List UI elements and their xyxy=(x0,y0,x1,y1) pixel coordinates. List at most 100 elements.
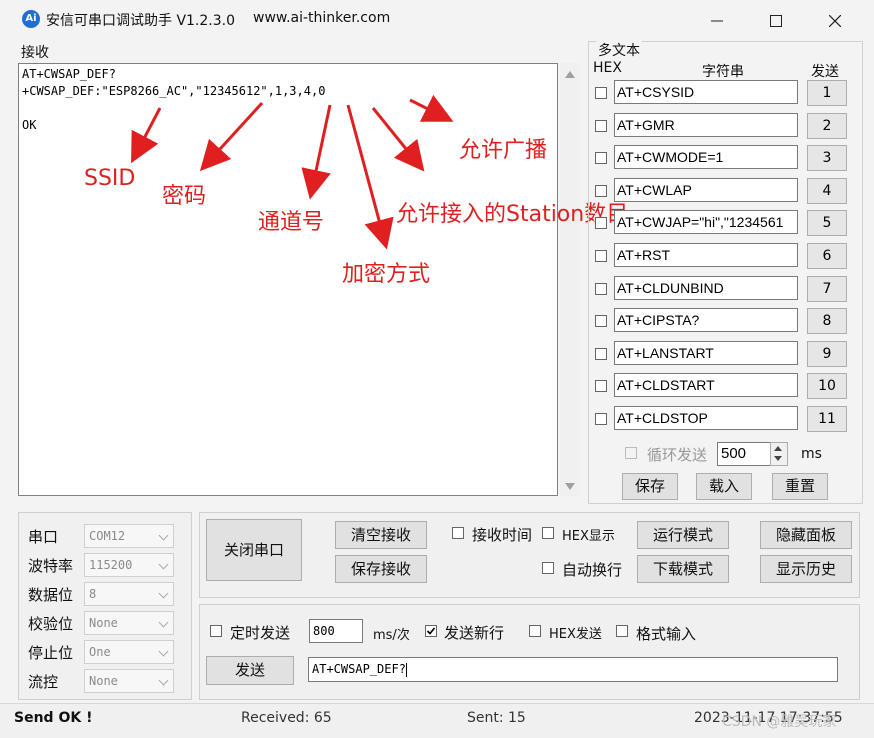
arrow-channel xyxy=(301,104,332,200)
command-field[interactable]: AT+CLDSTOP xyxy=(614,406,798,430)
send-newline-checkbox[interactable] xyxy=(425,625,437,637)
chevron-down-icon xyxy=(158,646,169,657)
send-interval-input[interactable]: 800 xyxy=(309,619,363,643)
recv-time-checkbox[interactable] xyxy=(452,527,464,539)
send-command-button[interactable]: 6 xyxy=(807,243,847,269)
stopbits-select[interactable]: One xyxy=(84,640,174,664)
loop-send-checkbox[interactable] xyxy=(625,447,637,459)
chevron-down-icon xyxy=(158,588,169,599)
send-command-button[interactable]: 1 xyxy=(807,80,847,106)
run-mode-button[interactable]: 运行模式 xyxy=(637,521,729,549)
hex-row-checkbox[interactable] xyxy=(595,87,607,99)
annotation-channel: 通道号 xyxy=(258,210,325,235)
arrow-ssid xyxy=(131,107,162,164)
hex-row-checkbox[interactable] xyxy=(595,152,607,165)
hex-send-checkbox[interactable] xyxy=(529,625,541,637)
loop-send-label: 循环发送 xyxy=(647,446,708,464)
send-command-button[interactable]: 8 xyxy=(807,308,847,335)
load-commands-button[interactable]: 载入 xyxy=(696,473,752,500)
command-field[interactable]: AT+RST xyxy=(614,243,798,267)
command-field[interactable]: AT+CWLAP xyxy=(614,177,798,202)
command-field[interactable]: AT+CWMODE=1 xyxy=(614,145,798,170)
loop-unit-label: ms xyxy=(801,446,822,462)
port-select[interactable]: COM12 xyxy=(84,524,174,548)
format-input-label: 格式输入 xyxy=(636,625,697,643)
command-field[interactable]: AT+CLDSTART xyxy=(614,373,798,398)
arrow-max-conn xyxy=(371,107,425,172)
close-port-button[interactable]: 关闭串口 xyxy=(206,519,302,581)
flow-select[interactable]: None xyxy=(84,669,174,693)
format-input-checkbox[interactable] xyxy=(616,625,628,637)
loop-interval-input[interactable]: 500 xyxy=(717,442,773,466)
send-interval-unit: ms/次 xyxy=(373,628,410,643)
hex-display-checkbox[interactable] xyxy=(542,527,554,539)
spin-down-icon[interactable] xyxy=(774,456,782,461)
show-history-button[interactable]: 显示历史 xyxy=(760,555,852,583)
send-command-button[interactable]: 9 xyxy=(807,340,847,367)
annotation-ssid: SSID xyxy=(84,166,136,191)
chevron-down-icon xyxy=(158,530,169,541)
multi-text-panel xyxy=(588,41,863,504)
hex-row-checkbox[interactable] xyxy=(595,217,607,230)
send-panel xyxy=(199,604,860,700)
reset-commands-button[interactable]: 重置 xyxy=(772,473,828,500)
baud-select[interactable]: 115200 xyxy=(84,553,174,577)
hex-row-checkbox[interactable] xyxy=(595,347,607,360)
loop-interval-spinner[interactable] xyxy=(770,442,788,466)
auto-wrap-label: 自动换行 xyxy=(562,561,623,579)
save-commands-button[interactable]: 保存 xyxy=(622,473,678,500)
send-command-button[interactable]: 10 xyxy=(807,373,847,400)
send-command-button[interactable]: 5 xyxy=(807,210,847,237)
download-mode-button[interactable]: 下载模式 xyxy=(637,555,729,583)
command-field[interactable]: AT+CSYSID xyxy=(614,80,798,104)
received-count: Received: 65 xyxy=(241,710,332,726)
hide-panel-button[interactable]: 隐藏面板 xyxy=(760,521,852,549)
hex-row-checkbox[interactable] xyxy=(595,119,607,132)
arrow-encryption xyxy=(346,104,394,250)
send-column-header: 发送 xyxy=(811,64,839,80)
annotation-broadcast: 允许广播 xyxy=(459,138,548,163)
hex-row-checkbox[interactable] xyxy=(595,413,607,425)
hex-row-checkbox[interactable] xyxy=(595,250,607,262)
status-bar: Send OK ! Received: 65 Sent: 15 2023-11-… xyxy=(0,703,874,738)
port-value: COM12 xyxy=(89,529,126,543)
send-command-button[interactable]: 7 xyxy=(807,275,847,302)
command-field[interactable]: AT+CIPSTA? xyxy=(614,308,798,333)
send-input-text: AT+CWSAP_DEF? xyxy=(312,662,406,676)
watermark: CSDN @雅吴玩家 xyxy=(722,714,837,730)
timed-send-label: 定时发送 xyxy=(230,624,291,642)
status-message: Send OK ! xyxy=(14,710,93,726)
send-button[interactable]: 发送 xyxy=(206,656,294,685)
send-input[interactable]: AT+CWSAP_DEF? xyxy=(308,657,838,682)
send-command-button[interactable]: 4 xyxy=(807,177,847,204)
parity-select[interactable]: None xyxy=(84,611,174,635)
command-field[interactable]: AT+GMR xyxy=(614,112,798,137)
timed-send-checkbox[interactable] xyxy=(210,625,222,637)
baud-value: 115200 xyxy=(89,558,133,572)
arrow-password xyxy=(199,101,264,172)
save-receive-button[interactable]: 保存接收 xyxy=(335,555,427,583)
recv-time-label: 接收时间 xyxy=(472,526,533,544)
hex-column-header: HEX xyxy=(593,60,622,76)
chevron-down-icon xyxy=(158,559,169,570)
command-field[interactable]: AT+CLDUNBIND xyxy=(614,275,798,300)
port-label: 串口 xyxy=(28,528,59,546)
command-field[interactable]: AT+CWJAP="hi","1234561 xyxy=(614,210,798,235)
parity-label: 校验位 xyxy=(28,615,74,633)
spin-up-icon[interactable] xyxy=(774,446,782,451)
hex-row-checkbox[interactable] xyxy=(595,282,607,295)
send-command-button[interactable]: 2 xyxy=(807,112,847,139)
auto-wrap-checkbox[interactable] xyxy=(542,562,554,574)
hex-row-checkbox[interactable] xyxy=(595,315,607,328)
flow-value: None xyxy=(89,674,118,688)
databits-select[interactable]: 8 xyxy=(84,582,174,606)
clear-receive-button[interactable]: 清空接收 xyxy=(335,521,427,549)
hex-row-checkbox[interactable] xyxy=(595,380,607,393)
hex-row-checkbox[interactable] xyxy=(595,184,607,197)
parity-value: None xyxy=(89,616,118,630)
send-command-button[interactable]: 3 xyxy=(807,145,847,172)
hex-send-label: HEX发送 xyxy=(549,627,602,642)
annotation-encryption: 加密方式 xyxy=(342,262,431,287)
send-command-button[interactable]: 11 xyxy=(807,406,847,432)
command-field[interactable]: AT+LANSTART xyxy=(614,340,798,365)
